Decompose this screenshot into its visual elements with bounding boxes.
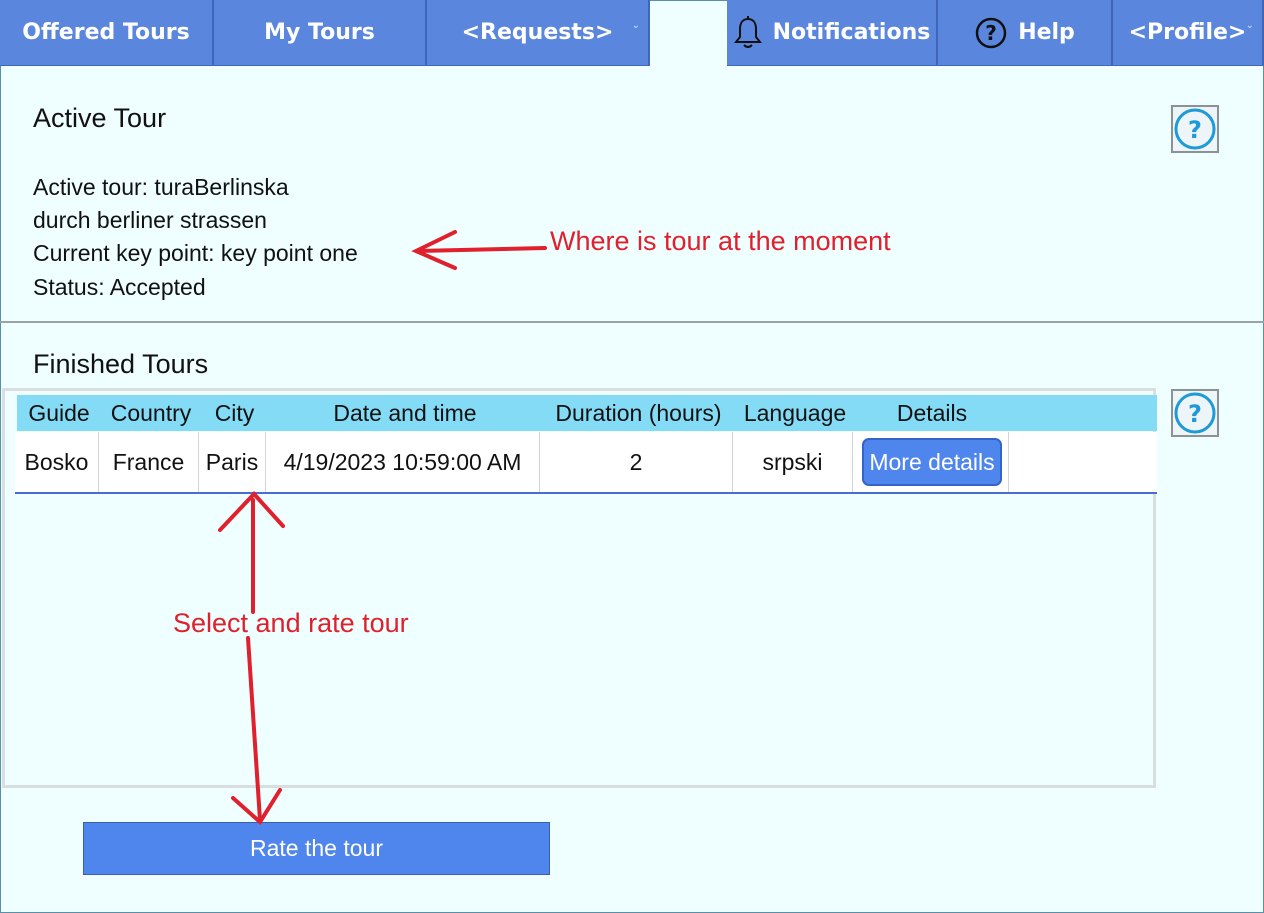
annotation-where: Where is tour at the moment — [550, 226, 891, 256]
annotation-arrow-down — [246, 636, 262, 822]
annotation-arrows — [218, 230, 547, 826]
annotation-arrow-left — [416, 246, 547, 253]
annotation-select: Select and rate tour — [173, 608, 409, 638]
